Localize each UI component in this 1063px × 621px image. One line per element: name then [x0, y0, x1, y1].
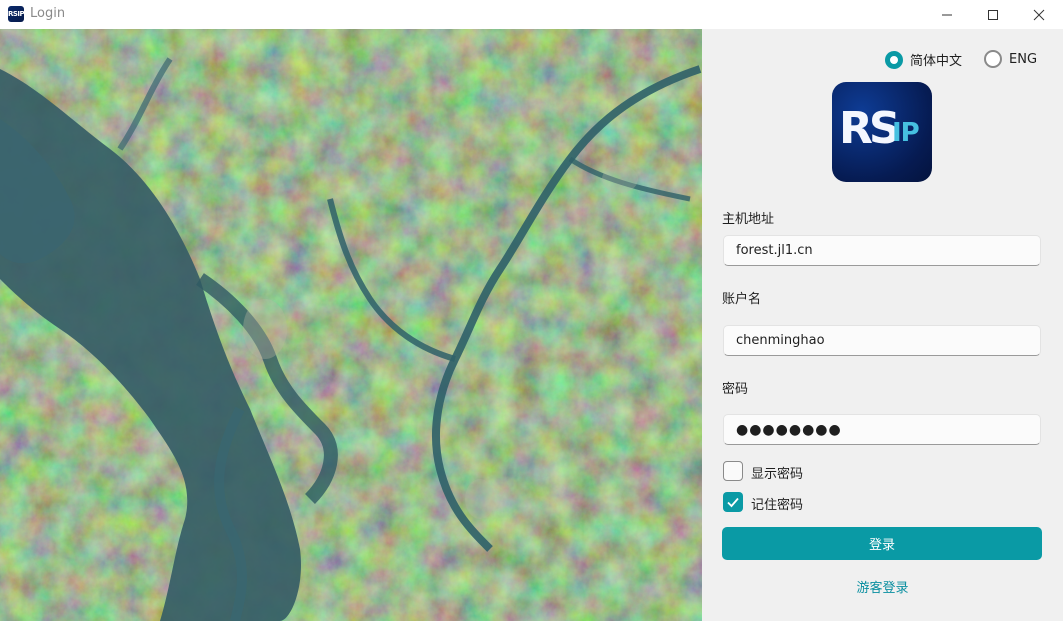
- host-input[interactable]: forest.jl1.cn: [723, 235, 1041, 266]
- window-title: Login: [30, 6, 66, 21]
- guest-login-link[interactable]: 游客登录: [702, 577, 1063, 596]
- logo-ip-text: IP: [892, 118, 920, 148]
- language-option-english[interactable]: ENG: [984, 50, 1037, 68]
- language-label-english: ENG: [1009, 51, 1038, 67]
- close-icon: [1033, 9, 1045, 20]
- maximize-icon: [988, 9, 998, 20]
- title-bar: RSIP Login: [0, 0, 1063, 29]
- account-input[interactable]: chenminghao: [723, 325, 1041, 356]
- login-button[interactable]: 登录: [722, 527, 1042, 560]
- language-label-chinese: 简体中文: [910, 54, 963, 69]
- show-password-label: 显示密码: [751, 467, 804, 482]
- language-option-chinese[interactable]: 简体中文: [885, 50, 962, 69]
- radio-selected-icon[interactable]: [885, 50, 903, 69]
- login-panel: 简体中文 ENG RS IP 主机地址 forest.jl1.cn 账户名 ch…: [702, 29, 1063, 621]
- account-label: 账户名: [722, 292, 762, 307]
- show-password-checkbox[interactable]: [723, 461, 743, 481]
- satellite-image: [0, 29, 702, 621]
- logo-rs-text: RS: [839, 103, 901, 154]
- checkmark-icon: [727, 497, 739, 508]
- host-label: 主机地址: [722, 212, 775, 227]
- maximize-button[interactable]: [970, 0, 1016, 29]
- remember-password-checkbox[interactable]: [723, 492, 743, 512]
- rsip-logo: RS IP: [832, 82, 932, 182]
- minimize-icon: [942, 14, 952, 15]
- password-input[interactable]: ●●●●●●●●: [723, 414, 1041, 445]
- password-label: 密码: [722, 382, 749, 397]
- close-button[interactable]: [1016, 0, 1062, 29]
- minimize-button[interactable]: [924, 0, 970, 29]
- radio-unselected-icon[interactable]: [984, 50, 1002, 68]
- remember-password-label: 记住密码: [751, 498, 804, 513]
- app-icon: RSIP: [8, 6, 25, 22]
